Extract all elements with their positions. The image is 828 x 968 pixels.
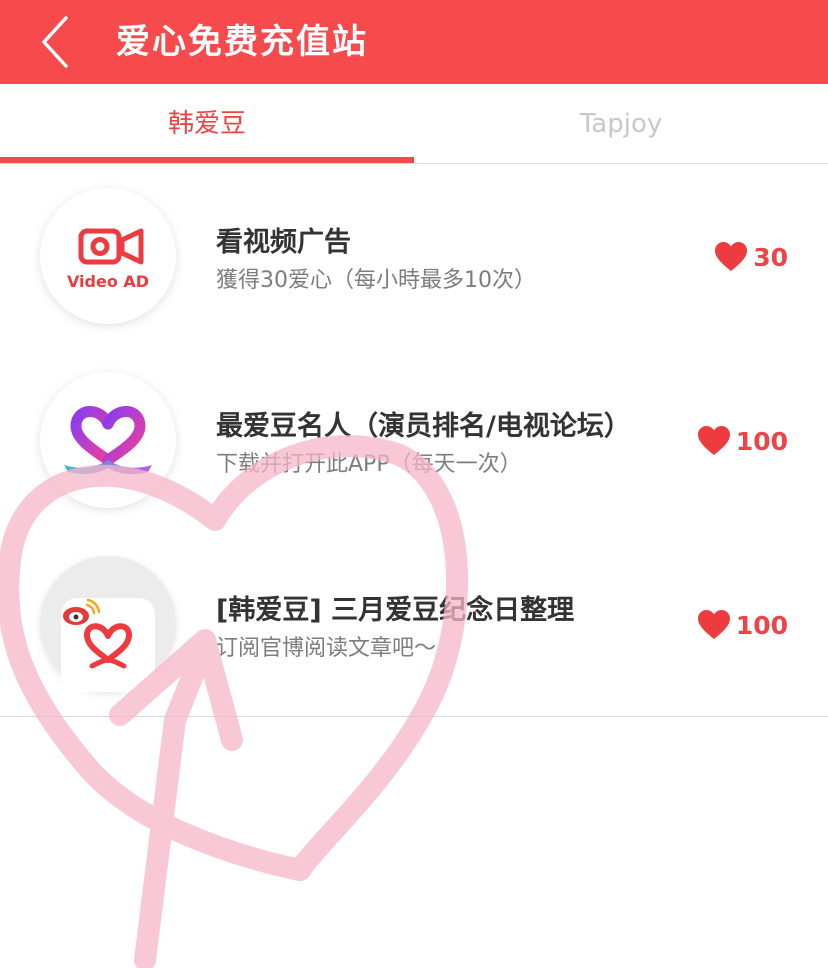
item-subtitle: 下载并打开此APP（每天一次）: [216, 452, 522, 477]
active-tab-indicator: [0, 157, 414, 163]
heart-icon: [715, 242, 748, 271]
list-item-video-ad[interactable]: Video AD 看视频广告 獲得30爱心（每小時最多10次） 30: [0, 164, 828, 349]
item-subtitle: 订阅官博阅读文章吧～: [216, 636, 437, 661]
tab-tapjoy[interactable]: Tapjoy: [414, 84, 828, 163]
chevron-left-icon: [42, 16, 68, 68]
reward-amount: 30: [753, 242, 788, 272]
item-title: 最爱豆名人（演员排名/电视论坛）: [216, 411, 631, 442]
reward-badge: 100: [697, 424, 788, 458]
item-subtitle: 獲得30爱心（每小時最多10次）: [216, 268, 536, 293]
reward-badge: 100: [697, 608, 788, 642]
reward-amount: 100: [735, 610, 788, 640]
weibo-heart-icon: [40, 556, 176, 692]
item-title: 看视频广告: [216, 227, 351, 258]
list-item-weibo-article[interactable]: [韩爱豆] 三月爱豆纪念日整理 订阅官博阅读文章吧～ 100: [0, 532, 828, 717]
reward-badge: 30: [715, 240, 788, 274]
tab-bar: 韩爱豆 Tapjoy: [0, 84, 828, 164]
header-bar: 爱心免费充值站: [0, 0, 828, 84]
list-item-zuiaidou[interactable]: 最爱豆名人（演员排名/电视论坛） 下载并打开此APP（每天一次） 100: [0, 348, 828, 533]
page-title: 爱心免费充值站: [116, 22, 368, 62]
heart-icon: [697, 426, 730, 455]
video-ad-icon: Video AD: [40, 188, 176, 324]
back-button[interactable]: [30, 14, 86, 70]
video-ad-caption: Video AD: [66, 272, 150, 291]
heart-icon: [697, 610, 730, 639]
reward-amount: 100: [735, 426, 788, 456]
item-title: [韩爱豆] 三月爱豆纪念日整理: [216, 595, 575, 626]
tab-hanaidou[interactable]: 韩爱豆: [0, 84, 414, 163]
app-logo-heart-ribbon-icon: [40, 372, 176, 508]
